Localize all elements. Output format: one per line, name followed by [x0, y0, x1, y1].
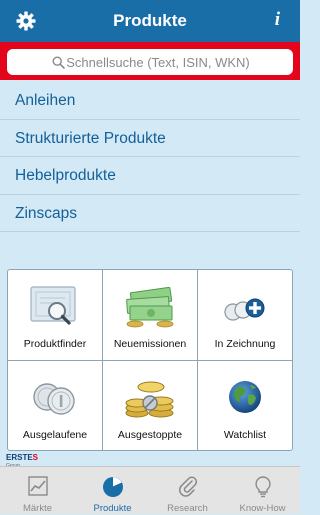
chart-icon — [27, 476, 48, 496]
tab-bar: Märkte Produkte Research Know-How — [0, 466, 300, 514]
certificate-magnifier-icon — [30, 286, 76, 325]
category-item-anleihen[interactable]: Anleihen — [0, 82, 300, 120]
tab-label: Produkte — [93, 503, 132, 514]
grid-item-ausgelaufene[interactable]: Ausgelaufene — [8, 361, 102, 451]
paperclip-icon — [178, 476, 197, 497]
silver-coins-icon — [33, 383, 75, 415]
category-item-zinscaps[interactable]: Zinscaps — [0, 195, 300, 232]
category-item-hebelprodukte[interactable]: Hebelprodukte — [0, 157, 300, 195]
category-item-strukturierte-produkte[interactable]: Strukturierte Produkte — [0, 120, 300, 157]
search-box[interactable] — [7, 49, 293, 75]
grid-item-label: Watchlist — [223, 429, 267, 441]
tab-maerkte[interactable]: Märkte — [0, 467, 75, 515]
grid-item-neuemissionen[interactable]: Neuemissionen — [103, 270, 197, 360]
s-symbol: S — [32, 453, 39, 462]
product-tools-grid: Produktfinder Neuemissionen In Zeichnung — [7, 269, 293, 451]
banknotes-icon — [126, 286, 174, 328]
tab-research[interactable]: Research — [150, 467, 225, 515]
globe-icon — [229, 381, 261, 413]
lightbulb-icon — [254, 476, 271, 498]
category-list: Anleihen Strukturierte Produkte Hebelpro… — [0, 82, 300, 232]
tab-label: Märkte — [22, 503, 53, 514]
search-input[interactable] — [7, 49, 293, 75]
grid-item-in-zeichnung[interactable]: In Zeichnung — [198, 270, 292, 360]
info-icon[interactable]: i — [275, 9, 280, 31]
tab-label: Research — [167, 503, 208, 514]
coins-plus-icon — [224, 298, 265, 321]
grid-item-label: Neuemissionen — [113, 338, 187, 350]
header-bar: Produkte i — [0, 0, 300, 42]
page-title: Produkte — [113, 11, 187, 30]
grid-item-label: Ausgestoppte — [117, 429, 183, 441]
grid-item-watchlist[interactable]: Watchlist — [198, 361, 292, 451]
grid-item-label: Ausgelaufene — [22, 429, 88, 441]
tab-know-how[interactable]: Know-How — [225, 467, 300, 515]
grid-item-produktfinder[interactable]: Produktfinder — [8, 270, 102, 360]
tab-label: Know-How — [239, 503, 286, 514]
grid-item-label: In Zeichnung — [214, 338, 276, 350]
grid-item-label: Produktfinder — [23, 338, 87, 350]
pie-chart-icon — [102, 477, 123, 497]
grid-item-ausgestoppte[interactable]: Ausgestoppte — [103, 361, 197, 451]
tab-produkte[interactable]: Produkte — [75, 467, 150, 515]
gold-coins-stop-icon — [125, 381, 174, 418]
